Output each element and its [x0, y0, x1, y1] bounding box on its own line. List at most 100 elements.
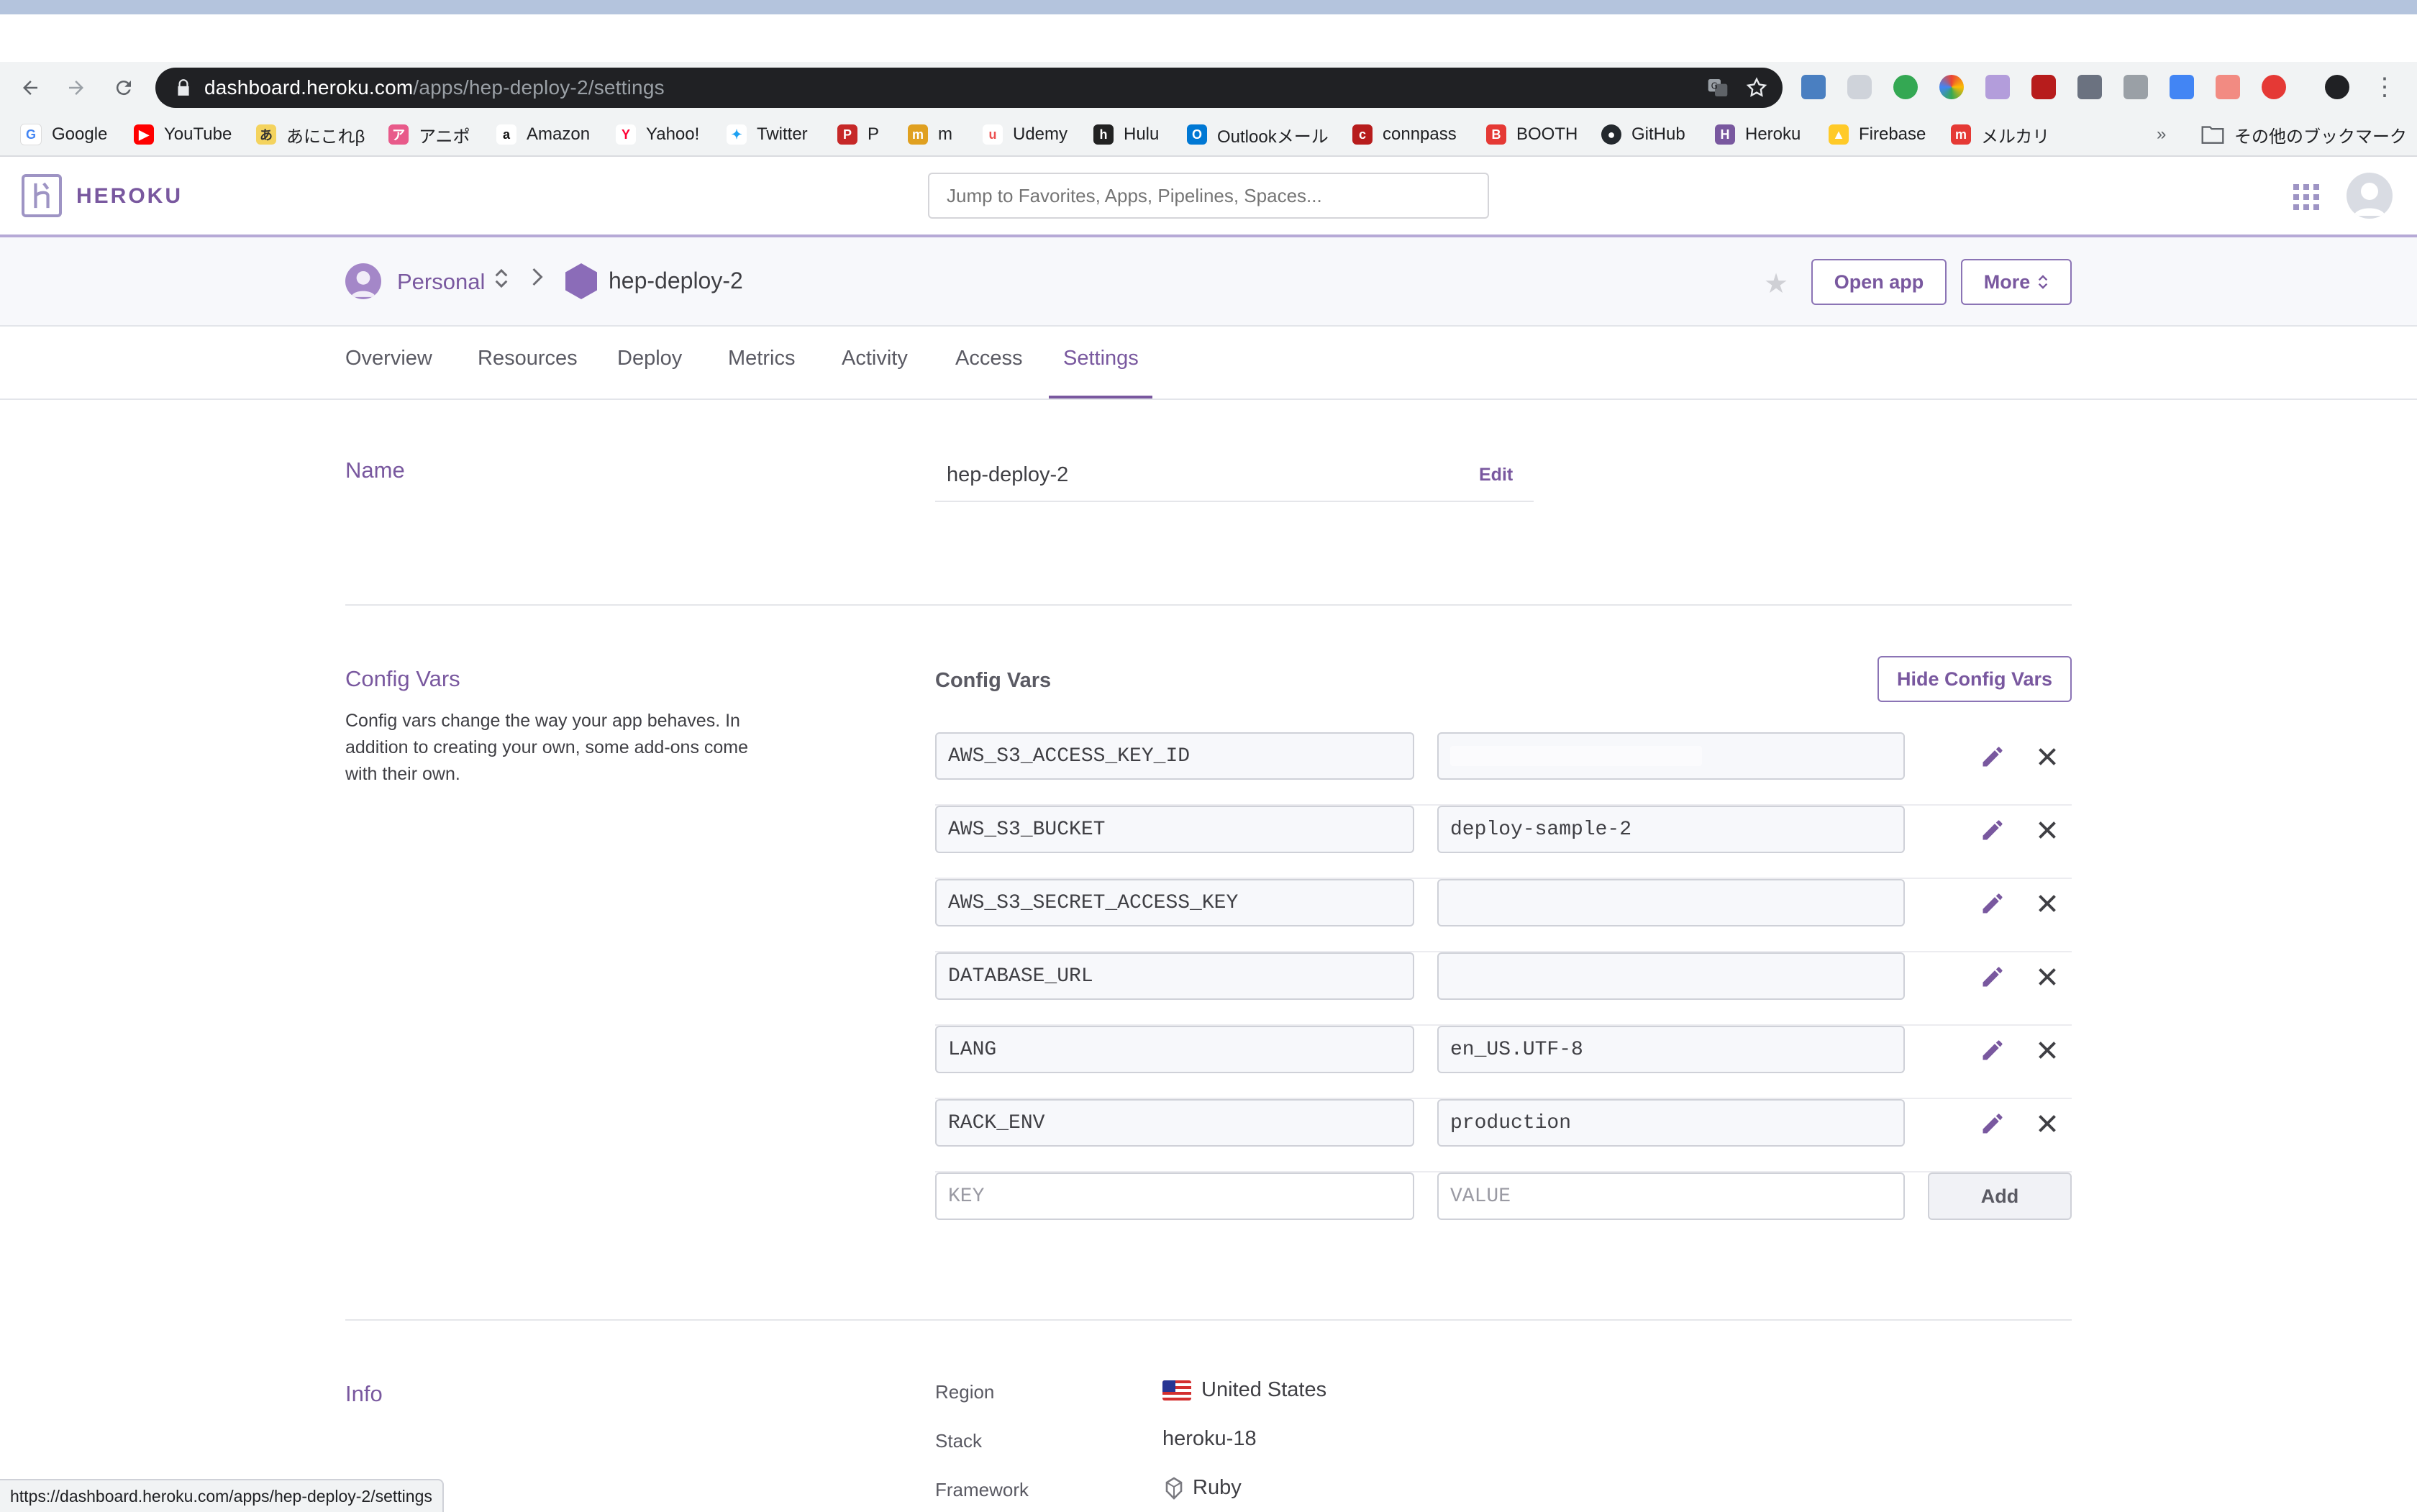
reload-button[interactable]: [108, 72, 140, 104]
bookmark-twitter[interactable]: ✦ Twitter: [727, 124, 808, 145]
config-var-value[interactable]: deploy-sample-2: [1437, 806, 1905, 853]
pencil-icon[interactable]: [1980, 1037, 2006, 1063]
bookmark-m[interactable]: mm: [908, 124, 952, 145]
bookmark-mercari[interactable]: m メルカリ: [1951, 124, 2049, 147]
bookmark-amazon[interactable]: a Amazon: [496, 124, 590, 145]
tab-deploy[interactable]: Deploy: [617, 347, 682, 370]
extension-network-icon[interactable]: [2216, 75, 2240, 99]
close-icon[interactable]: [2034, 891, 2060, 916]
config-var-key[interactable]: DATABASE_URL: [935, 952, 1414, 1000]
star-bookmark-icon[interactable]: [1745, 76, 1768, 99]
lock-icon: [178, 79, 189, 96]
bookmark-outlook[interactable]: O Outlookメール: [1187, 124, 1329, 147]
config-var-key[interactable]: RACK_ENV: [935, 1099, 1414, 1147]
config-var-value[interactable]: en_US.UTF-8: [1437, 1026, 1905, 1073]
account-switcher[interactable]: Personal: [397, 269, 485, 295]
stack-text: heroku-18: [1162, 1427, 1257, 1450]
address-bar[interactable]: dashboard.heroku.com/apps/hep-deploy-2/s…: [155, 68, 1783, 108]
bookmark-p[interactable]: PP: [837, 124, 879, 145]
p-icon: P: [837, 124, 857, 145]
tab-metrics[interactable]: Metrics: [728, 347, 795, 370]
breadcrumb-app-name[interactable]: hep-deploy-2: [609, 268, 743, 294]
tab-settings[interactable]: Settings: [1063, 347, 1139, 370]
close-icon[interactable]: [2034, 744, 2060, 770]
ublock-icon[interactable]: [2031, 75, 2056, 99]
bookmark-youtube[interactable]: ▶ YouTube: [134, 124, 232, 145]
pencil-icon[interactable]: [1980, 891, 2006, 916]
config-var-value[interactable]: [1437, 952, 1905, 1000]
pencil-icon[interactable]: [1980, 964, 2006, 990]
config-var-key[interactable]: AWS_S3_ACCESS_KEY_ID: [935, 732, 1414, 780]
new-key-input[interactable]: KEY: [935, 1172, 1414, 1220]
tab-resources[interactable]: Resources: [478, 347, 578, 370]
arrow-left-icon: [23, 81, 37, 95]
other-bookmarks-folder[interactable]: その他のブックマーク: [2201, 124, 2407, 147]
heroku-logo-icon[interactable]: [22, 174, 62, 217]
tab-activity[interactable]: Activity: [842, 347, 908, 370]
config-var-value[interactable]: production: [1437, 1099, 1905, 1147]
mercari-icon: m: [1951, 124, 1971, 145]
reload-icon: [116, 81, 131, 96]
translate-icon[interactable]: G: [1706, 76, 1729, 99]
extension-green-icon[interactable]: [1893, 75, 1918, 99]
updown-chevron-icon[interactable]: [493, 268, 509, 294]
bookmark-google[interactable]: G Google: [20, 124, 107, 145]
kebab-menu-icon[interactable]: ⋮: [2372, 75, 2397, 99]
tab-access[interactable]: Access: [955, 347, 1022, 370]
close-icon[interactable]: [2034, 1037, 2060, 1063]
extension-grid-icon[interactable]: [2077, 75, 2102, 99]
add-config-var-button[interactable]: Add: [1928, 1172, 2072, 1220]
pencil-icon[interactable]: [1980, 817, 2006, 843]
pencil-icon[interactable]: [1980, 1111, 2006, 1137]
back-button[interactable]: [14, 72, 46, 104]
config-var-value[interactable]: [1437, 732, 1905, 780]
edit-name-button[interactable]: Edit: [1479, 465, 1513, 486]
user-icon: [350, 270, 376, 297]
bookmark-booth[interactable]: B BOOTH: [1486, 124, 1578, 145]
config-var-key[interactable]: LANG: [935, 1026, 1414, 1073]
app-tabs: Overview Resources Deploy Metrics Activi…: [0, 327, 2417, 400]
close-icon[interactable]: [2034, 964, 2060, 990]
bookmark-github[interactable]: ● GitHub: [1601, 124, 1685, 145]
user-avatar[interactable]: [2347, 173, 2393, 219]
config-var-key[interactable]: AWS_S3_SECRET_ACCESS_KEY: [935, 879, 1414, 926]
google-translate-icon[interactable]: [2170, 75, 2194, 99]
favorite-star-icon[interactable]: ★: [1764, 268, 1788, 300]
tab-overview[interactable]: Overview: [345, 347, 432, 370]
profile-icon[interactable]: [2325, 75, 2349, 99]
config-var-value[interactable]: [1437, 879, 1905, 926]
close-icon[interactable]: [2034, 1111, 2060, 1137]
open-app-button[interactable]: Open app: [1811, 259, 1947, 305]
config-vars-header: Config Vars: [935, 669, 1052, 692]
bookmark-yahoo[interactable]: Y Yahoo!: [616, 124, 699, 145]
bookmark-anikore[interactable]: ああにこれβ: [256, 124, 365, 147]
close-icon[interactable]: [2034, 817, 2060, 843]
bookmarks-overflow-button[interactable]: »: [2157, 124, 2166, 145]
jump-search-input[interactable]: [928, 173, 1489, 219]
extension-window-icon[interactable]: [2124, 75, 2148, 99]
pocket-icon[interactable]: [1847, 75, 1872, 99]
more-button[interactable]: More: [1961, 259, 2072, 305]
new-value-input[interactable]: VALUE: [1437, 1172, 1905, 1220]
bookmark-heroku[interactable]: H Heroku: [1715, 124, 1801, 145]
config-var-key[interactable]: AWS_S3_BUCKET: [935, 806, 1414, 853]
bookmark-connpass[interactable]: c connpass: [1352, 124, 1457, 145]
bookmark-firebase[interactable]: ▲ Firebase: [1829, 124, 1926, 145]
bookmark-hulu[interactable]: h Hulu: [1093, 124, 1159, 145]
extension-s-icon[interactable]: [1801, 75, 1826, 99]
pencil-icon[interactable]: [1980, 744, 2006, 770]
hide-config-vars-button[interactable]: Hide Config Vars: [1877, 656, 2072, 702]
bookmark-anipo[interactable]: アアニポ: [388, 124, 470, 147]
bookmark-udemy[interactable]: u Udemy: [983, 124, 1068, 145]
extension-red-icon[interactable]: [2262, 75, 2286, 99]
app-name-value: hep-deploy-2: [947, 463, 1069, 486]
account-avatar[interactable]: [345, 263, 381, 299]
forward-button[interactable]: [60, 72, 92, 104]
heroku-wordmark[interactable]: HEROKU: [76, 184, 183, 209]
extension-purple-icon[interactable]: [1985, 75, 2010, 99]
active-tab-indicator: [1049, 396, 1152, 399]
apps-grid-icon[interactable]: [2293, 184, 2319, 210]
info-stack-value: heroku-18: [1162, 1427, 1257, 1451]
color-picker-icon[interactable]: [1939, 75, 1964, 99]
bookmark-label: Yahoo!: [646, 124, 700, 144]
